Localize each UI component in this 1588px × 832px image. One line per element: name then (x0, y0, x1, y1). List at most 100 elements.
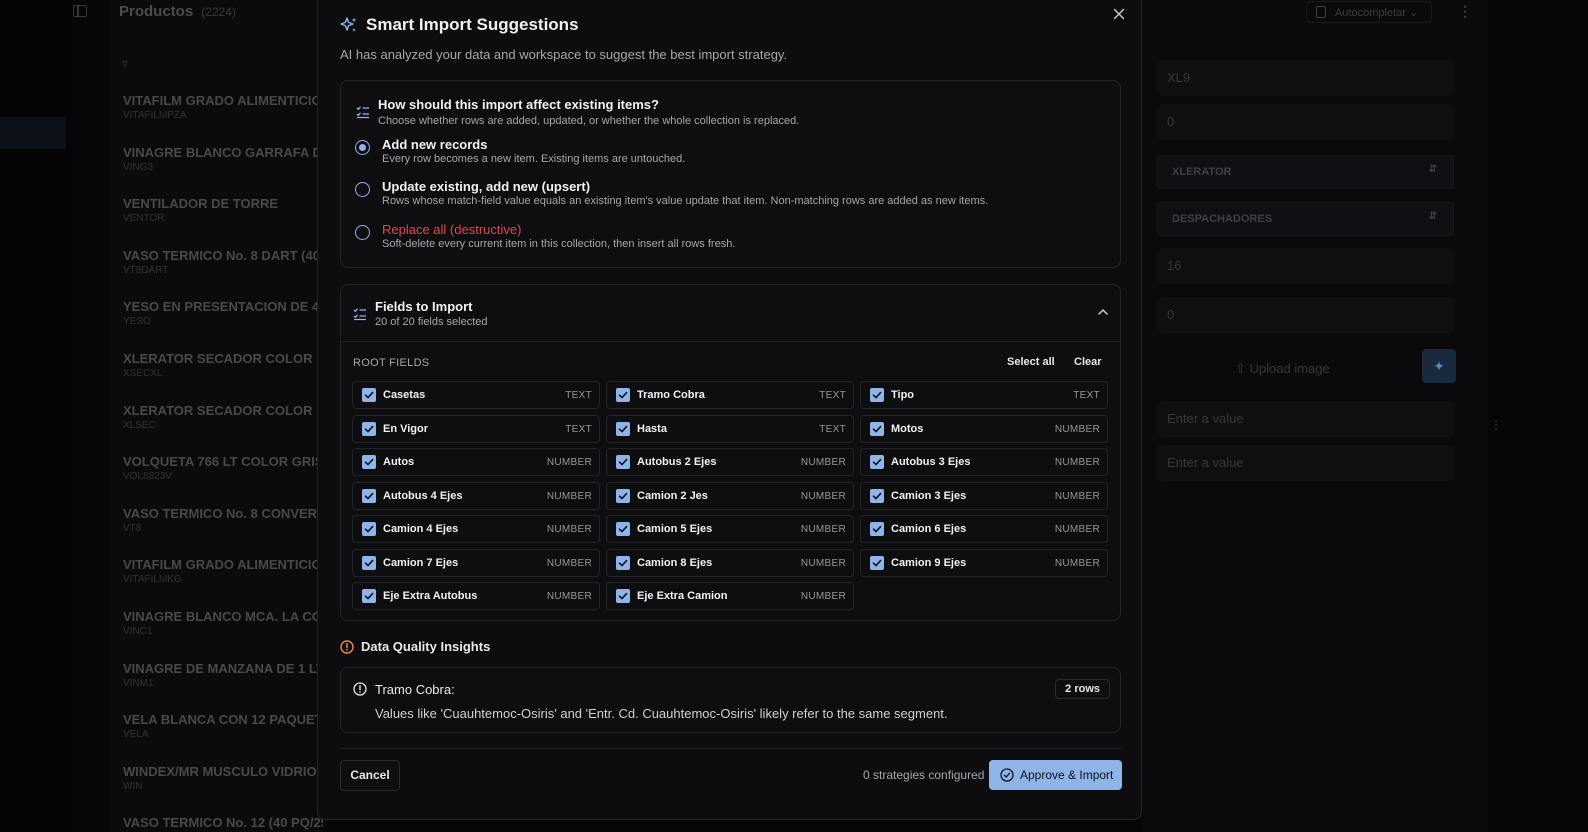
field-checkbox-item[interactable]: Casetas TEXT (352, 381, 600, 409)
checkbox[interactable] (362, 488, 376, 503)
product-list-item[interactable]: VELA BLANCA CON 12 PAQUETE VELA (123, 712, 323, 740)
checkbox[interactable] (616, 388, 630, 402)
field-checkbox-item[interactable]: Hasta TEXT (606, 414, 854, 443)
field-type: NUMBER (1054, 557, 1100, 569)
check-icon (364, 425, 374, 432)
field-checkbox-item[interactable]: Camion 2 Jes NUMBER (606, 481, 854, 510)
product-name: VITAFILM GRADO ALIMENTICIO 4 (123, 93, 323, 108)
product-list-item[interactable]: VOLQUETA 766 LT COLOR GRIS VOL8823V (123, 454, 323, 482)
field-checkbox-item[interactable]: En Vigor TEXT (352, 414, 600, 443)
checkbox[interactable] (362, 589, 376, 603)
product-list-item[interactable]: XLERATOR SECADOR COLOR BL XLSEC (123, 403, 323, 431)
field-checkbox-item[interactable]: Camion 4 Ejes NUMBER (352, 515, 600, 543)
select-all-button[interactable]: Select all (1007, 356, 1055, 368)
field-checkbox-item[interactable]: Autobus 4 Ejes NUMBER (352, 481, 600, 510)
detail-select[interactable]: DESPACHADORES ⇵ (1157, 202, 1454, 236)
detail-field[interactable]: 0 (1157, 104, 1454, 140)
field-name: Camion 6 Ejes (891, 523, 967, 535)
check-icon (872, 492, 882, 499)
check-icon (364, 559, 374, 566)
product-name: XLERATOR SECADOR COLOR BL (123, 351, 323, 366)
check-icon (618, 559, 628, 566)
checkbox[interactable] (616, 589, 630, 603)
check-icon (618, 425, 628, 432)
detail-field[interactable]: 0 (1157, 297, 1454, 333)
field-checkbox-item[interactable]: Autobus 3 Ejes NUMBER (860, 448, 1108, 476)
checkbox[interactable] (870, 555, 884, 570)
value-input[interactable]: Enter a value (1157, 401, 1454, 437)
autocomplete-button[interactable]: Autocompletar ⌄ (1306, 1, 1432, 23)
checkbox[interactable] (362, 455, 376, 469)
clear-button[interactable]: Clear (1074, 356, 1102, 368)
detail-select[interactable]: XLERATOR ⇵ (1157, 155, 1454, 189)
radio-button[interactable] (355, 225, 370, 240)
drag-handle-icon[interactable]: ⋮ (1490, 418, 1502, 432)
detail-field[interactable]: XL9 (1157, 60, 1454, 96)
product-name: VASO TERMICO No. 8 CONVERM (123, 505, 323, 521)
cancel-button[interactable]: Cancel (340, 760, 400, 791)
checkbox[interactable] (362, 388, 376, 402)
product-code: VINM1 (123, 677, 154, 689)
radio-button[interactable] (355, 140, 370, 155)
product-list-item[interactable]: VASO TERMICO No. 8 DART (40 P VT8DART (123, 248, 323, 276)
field-checkbox-item[interactable]: Motos NUMBER (860, 414, 1108, 443)
product-list-item[interactable]: VENTILADOR DE TORRE VENTOR (123, 196, 323, 224)
field-name: Camion 2 Jes (637, 489, 708, 502)
upload-image-button[interactable]: ⇧ Upload image (1235, 361, 1330, 377)
field-checkbox-item[interactable]: Tipo TEXT (860, 381, 1108, 409)
checkbox[interactable] (870, 388, 884, 402)
detail-field[interactable]: 16 (1157, 248, 1454, 284)
checkbox[interactable] (616, 488, 630, 503)
product-list-item[interactable]: VASO TERMICO No. 12 (40 PQ/25 PZAS) (123, 815, 323, 832)
more-options-icon[interactable]: ⋮ (1458, 3, 1472, 20)
product-list-item[interactable]: XLERATOR SECADOR COLOR BL XSECXL (123, 351, 323, 379)
checkbox[interactable] (870, 488, 884, 503)
product-list-item[interactable]: YESO EN PRESENTACION DE 40 YESO (123, 299, 323, 327)
field-name: Camion 5 Ejes (637, 523, 713, 535)
checkbox[interactable] (362, 522, 376, 536)
smart-import-dialog: Smart Import Suggestions AI has analyzed… (317, 0, 1142, 820)
field-checkbox-item[interactable]: Camion 5 Ejes NUMBER (606, 515, 854, 543)
product-code: VING3 (123, 161, 154, 173)
sidebar-toggle-icon[interactable] (73, 5, 87, 17)
close-icon[interactable] (1111, 6, 1127, 22)
field-checkbox-item[interactable]: Camion 8 Ejes NUMBER (606, 548, 854, 577)
field-checkbox-item[interactable]: Camion 9 Ejes NUMBER (860, 548, 1108, 577)
checkbox[interactable] (870, 455, 884, 469)
field-checkbox-item[interactable]: Camion 6 Ejes NUMBER (860, 515, 1108, 543)
field-checkbox-item[interactable]: Eje Extra Camion NUMBER (606, 582, 854, 610)
product-list-item[interactable]: VITAFILM GRADO ALIMENTICIO 4 VITAFILMPZA (123, 93, 323, 121)
product-list-item[interactable]: WINDEX/MR MUSCULO VIDRIOS WIN (123, 764, 323, 792)
product-list-item[interactable]: VINAGRE DE MANZANA DE 1 LT C VINM1 (123, 661, 323, 689)
field-checkbox-item[interactable]: Camion 7 Ejes NUMBER (352, 548, 600, 577)
chevron-up-icon[interactable] (1096, 307, 1110, 317)
checkbox[interactable] (616, 455, 630, 469)
product-list-item[interactable]: VITAFILM GRADO ALIMENTICIO 4 VITAFILMKG (123, 557, 323, 585)
checkbox[interactable] (616, 421, 630, 436)
field-checkbox-item[interactable]: Autobus 2 Ejes NUMBER (606, 448, 854, 476)
product-list-item[interactable]: VASO TERMICO No. 8 CONVERM VT8 (123, 506, 323, 534)
check-icon (872, 425, 882, 432)
product-code: VT8 (123, 522, 142, 534)
checkbox[interactable] (616, 555, 630, 570)
field-checkbox-item[interactable]: Camion 3 Ejes NUMBER (860, 481, 1108, 510)
data-quality-title: Data Quality Insights (361, 639, 491, 654)
field-name: Tramo Cobra (637, 389, 705, 401)
magic-wand-icon[interactable]: ✦ (1422, 349, 1456, 383)
value-input[interactable]: Enter a value (1157, 445, 1454, 481)
checkbox[interactable] (870, 522, 884, 536)
checkbox[interactable] (362, 555, 376, 570)
field-type: NUMBER (546, 557, 592, 569)
filter-icon[interactable]: ▿ (122, 56, 128, 70)
checkbox[interactable] (616, 522, 630, 536)
field-checkbox-item[interactable]: Eje Extra Autobus NUMBER (352, 582, 600, 610)
checkbox[interactable] (362, 421, 376, 436)
product-list-item[interactable]: VINAGRE BLANCO GARRAFA DE VING3 (123, 145, 323, 173)
product-list-item[interactable]: VINAGRE BLANCO MCA. LA COS VINC1 (123, 609, 323, 637)
field-checkbox-item[interactable]: Tramo Cobra TEXT (606, 381, 854, 409)
field-name: Eje Extra Autobus (383, 590, 478, 602)
radio-button[interactable] (355, 182, 370, 197)
checkbox[interactable] (870, 421, 884, 436)
field-checkbox-item[interactable]: Autos NUMBER (352, 448, 600, 476)
approve-import-button[interactable]: Approve & Import (989, 760, 1122, 790)
